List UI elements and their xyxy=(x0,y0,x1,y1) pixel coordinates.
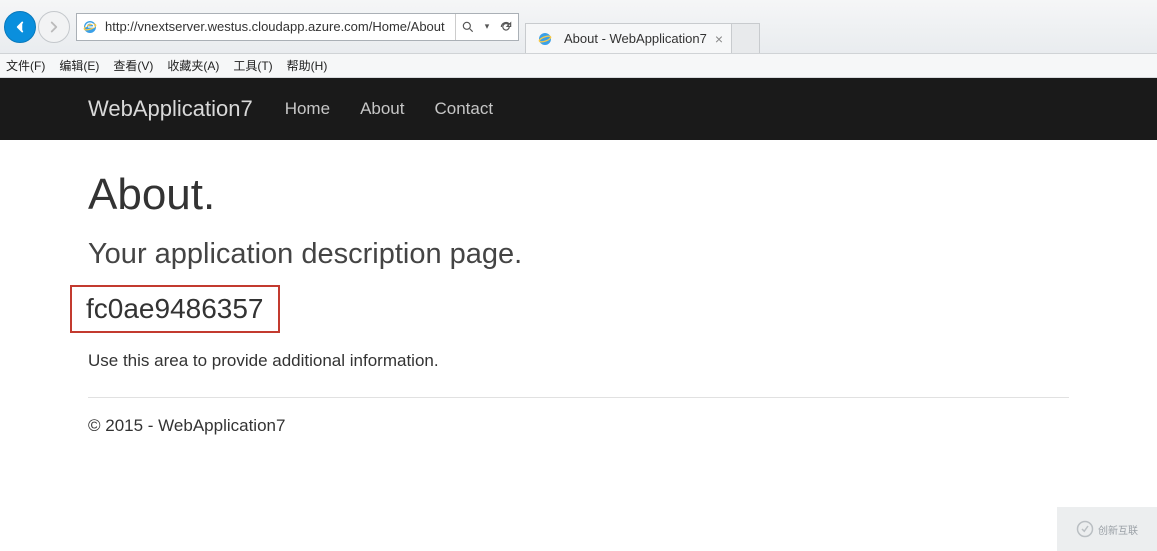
ie-favicon-icon xyxy=(79,16,101,38)
highlight-box: fc0ae9486357 xyxy=(70,285,280,333)
nav-links: Home About Contact xyxy=(285,99,493,119)
menu-file[interactable]: 文件(F) xyxy=(6,57,45,74)
browser-toolbar: ▾ About - WebApplication7 × xyxy=(0,0,1157,54)
menu-edit[interactable]: 编辑(E) xyxy=(59,57,99,74)
address-bar: ▾ xyxy=(76,13,519,41)
browser-tabs: About - WebApplication7 × xyxy=(525,0,760,53)
site-navbar: WebApplication7 Home About Contact xyxy=(0,78,1157,140)
nav-contact[interactable]: Contact xyxy=(435,99,494,119)
page-content: About. Your application description page… xyxy=(0,140,1157,436)
back-button[interactable] xyxy=(4,11,36,43)
browser-tab-active[interactable]: About - WebApplication7 × xyxy=(525,23,732,53)
watermark: 创新互联 xyxy=(1057,507,1157,551)
arrow-right-icon xyxy=(45,18,63,36)
menu-help[interactable]: 帮助(H) xyxy=(287,57,328,74)
new-tab-button[interactable] xyxy=(732,23,760,53)
address-controls: ▾ xyxy=(455,14,518,40)
refresh-icon[interactable] xyxy=(494,14,518,40)
nav-home[interactable]: Home xyxy=(285,99,330,119)
highlight-text: fc0ae9486357 xyxy=(86,293,264,324)
menu-tools[interactable]: 工具(T) xyxy=(233,57,272,74)
ie-tab-icon xyxy=(534,28,556,50)
arrow-left-icon xyxy=(11,18,29,36)
page-subtitle: Your application description page. xyxy=(88,238,1069,271)
close-tab-button[interactable]: × xyxy=(713,31,725,47)
search-icon[interactable] xyxy=(456,14,480,40)
tab-title: About - WebApplication7 xyxy=(564,31,707,46)
page-title: About. xyxy=(88,170,1069,220)
watermark-icon xyxy=(1076,520,1094,538)
divider xyxy=(88,397,1069,398)
page-description: Use this area to provide additional info… xyxy=(88,351,1069,371)
menu-favorites[interactable]: 收藏夹(A) xyxy=(167,57,219,74)
menu-bar: 文件(F) 编辑(E) 查看(V) 收藏夹(A) 工具(T) 帮助(H) xyxy=(0,54,1157,78)
forward-button[interactable] xyxy=(38,11,70,43)
dropdown-icon[interactable]: ▾ xyxy=(480,14,494,40)
watermark-text: 创新互联 xyxy=(1098,522,1138,537)
nav-about[interactable]: About xyxy=(360,99,404,119)
url-input[interactable] xyxy=(103,15,455,39)
brand-title[interactable]: WebApplication7 xyxy=(88,96,253,122)
menu-view[interactable]: 查看(V) xyxy=(113,57,153,74)
page-footer: © 2015 - WebApplication7 xyxy=(88,416,1069,436)
